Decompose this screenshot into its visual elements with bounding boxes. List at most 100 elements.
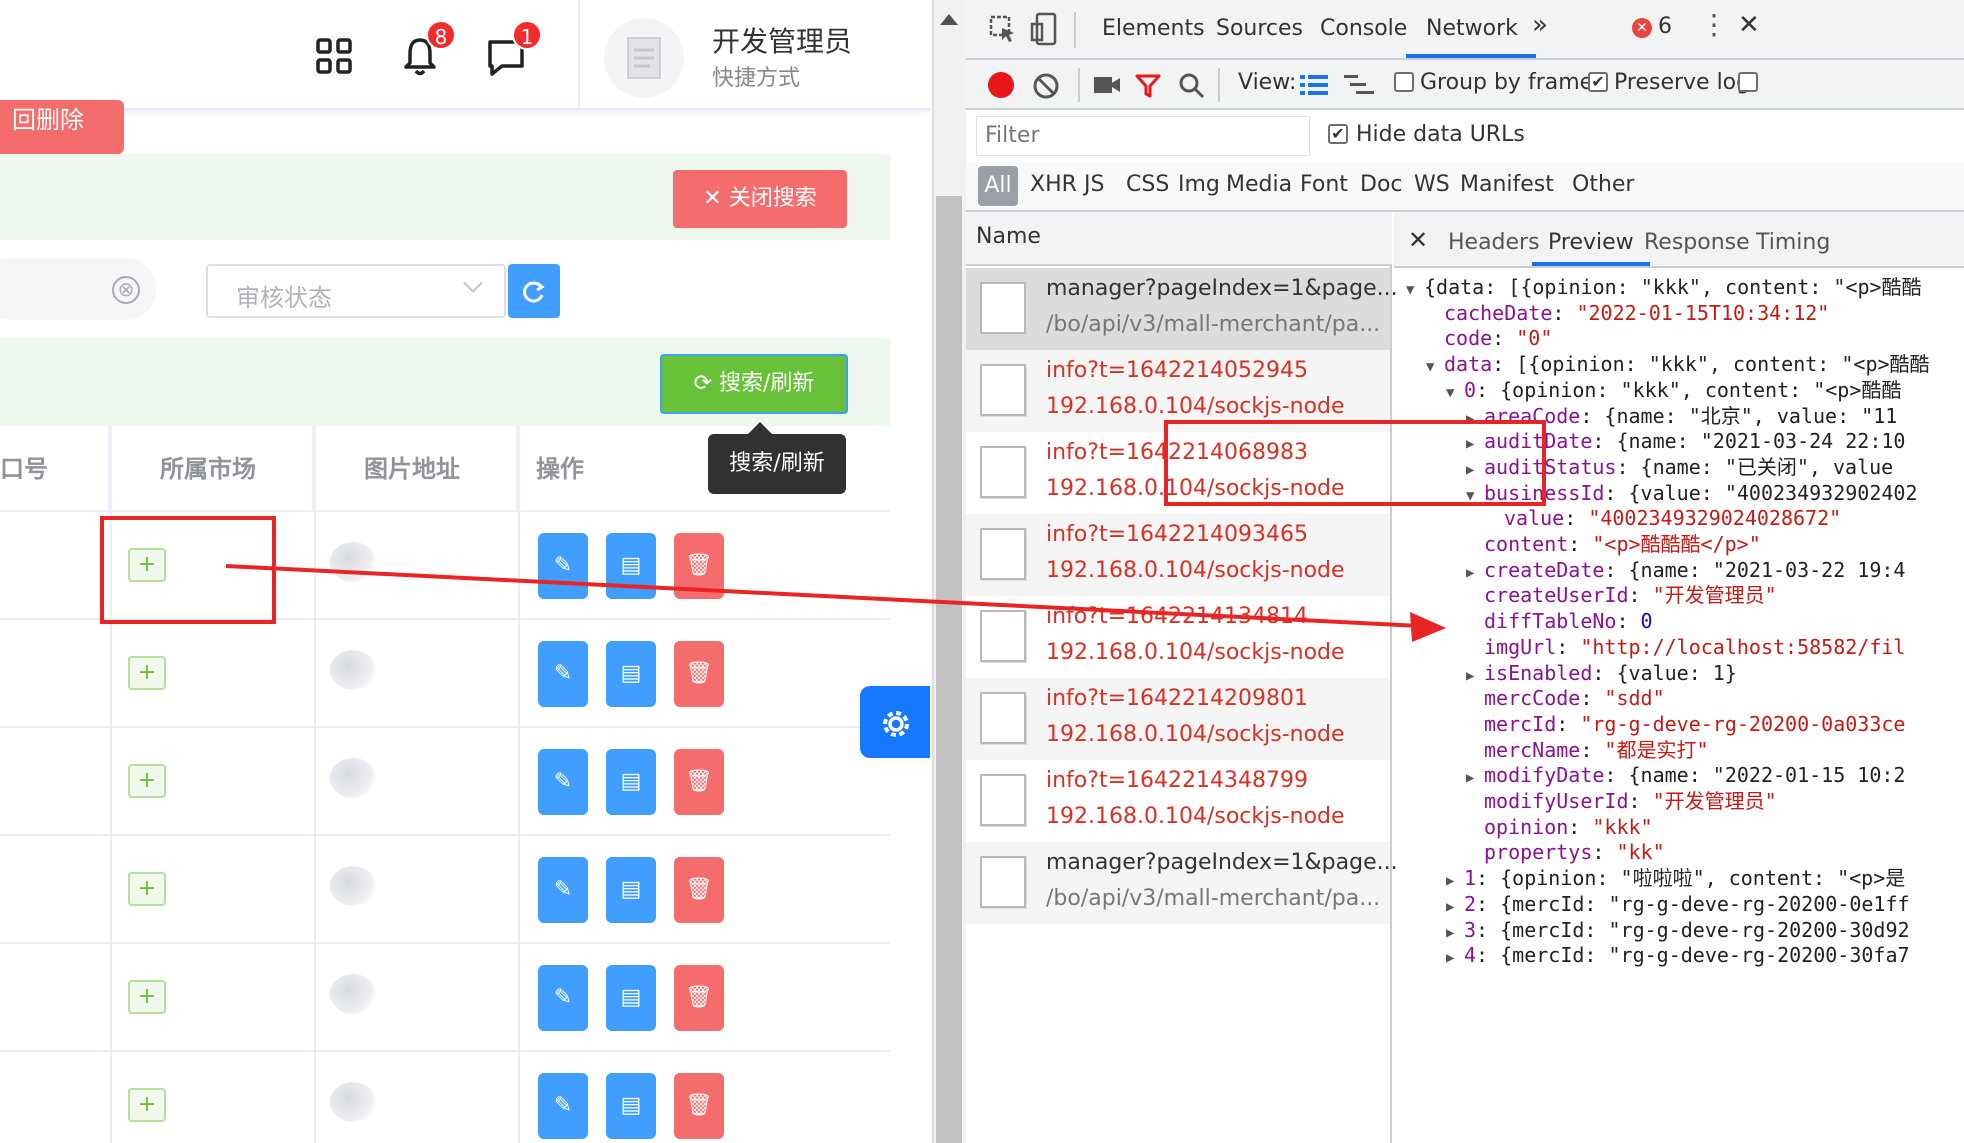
type-filter-js[interactable]: JS <box>1084 172 1104 197</box>
clear-icon[interactable] <box>1032 72 1060 100</box>
th-image-url[interactable]: 图片地址 <box>314 426 518 512</box>
json-line[interactable]: ▼ 0: {opinion: "kkk", content: "<p>酷酷 <box>1446 377 1901 406</box>
add-market-button[interactable]: + <box>128 656 166 690</box>
json-line[interactable]: ▶ createDate: {name: "2021-03-22 19:4 <box>1466 557 1905 586</box>
edit-button[interactable]: ✎ <box>538 965 588 1031</box>
request-row[interactable]: manager?pageIndex=1&page... /bo/api/v3/ma… <box>966 268 1398 350</box>
request-row[interactable]: info?t=1642214093465 192.168.0.104/sockjs… <box>966 514 1390 596</box>
request-list-header[interactable]: Name <box>966 212 1392 266</box>
settings-button[interactable] <box>860 686 930 758</box>
audit-status-select[interactable]: 审核状态 <box>206 264 506 318</box>
type-filter-media[interactable]: Media <box>1226 172 1292 197</box>
th-market[interactable]: 所属市场 <box>110 426 314 512</box>
delete-button[interactable]: 🗑 <box>674 1073 724 1139</box>
edit-button[interactable]: ✎ <box>538 1073 588 1139</box>
device-toolbar-icon[interactable] <box>1030 12 1058 46</box>
edit-button[interactable]: ✎ <box>538 533 588 599</box>
bell-icon[interactable]: 8 <box>398 20 456 78</box>
request-row[interactable]: manager?pageIndex=1&page... /bo/api/v3/ma… <box>966 842 1398 924</box>
disable-cache-checkbox[interactable] <box>1738 72 1758 92</box>
hide-data-urls-checkbox[interactable]: ✔ <box>1328 124 1348 144</box>
expanded-triangle-icon[interactable]: ▼ <box>1426 354 1444 380</box>
json-line[interactable]: ▶ isEnabled: {value: 1} <box>1466 660 1737 689</box>
error-count[interactable]: 6 <box>1658 14 1672 39</box>
edit-button[interactable]: ✎ <box>538 857 588 923</box>
delete-button[interactable]: 🗑 <box>674 641 724 707</box>
delete-button[interactable]: 🗑 <box>674 533 724 599</box>
add-market-button[interactable]: + <box>128 764 166 798</box>
request-row[interactable]: info?t=1642214348799 192.168.0.104/sockjs… <box>966 760 1390 842</box>
type-filter-doc[interactable]: Doc <box>1360 172 1403 197</box>
detail-button[interactable]: ▤ <box>606 641 656 707</box>
type-filter-other[interactable]: Other <box>1572 172 1634 197</box>
kebab-menu-icon[interactable]: ⋮ <box>1700 8 1728 41</box>
request-row[interactable]: info?t=1642214209801 192.168.0.104/sockjs… <box>966 678 1390 760</box>
delete-button[interactable]: 🗑 <box>674 749 724 815</box>
hide-data-urls-label[interactable]: Hide data URLs <box>1356 122 1525 147</box>
error-icon[interactable]: ✕ <box>1632 18 1652 38</box>
tab-console[interactable]: Console <box>1320 16 1407 41</box>
expanded-triangle-icon[interactable]: ▼ <box>1446 380 1464 406</box>
preserve-log-checkbox[interactable]: ✔ <box>1588 72 1608 92</box>
tab-preview[interactable]: Preview <box>1548 230 1634 255</box>
delete-button[interactable]: 🗑 <box>674 857 724 923</box>
user-name[interactable]: 开发管理员 <box>712 20 852 60</box>
tab-response[interactable]: Response <box>1644 230 1750 255</box>
json-line[interactable]: ▶ 4: {mercId: "rg-g-deve-rg-20200-30fa7 <box>1446 942 1910 971</box>
tab-timing[interactable]: Timing <box>1756 230 1830 255</box>
add-market-button[interactable]: + <box>128 872 166 906</box>
image-thumbnail[interactable] <box>330 1082 376 1122</box>
image-thumbnail[interactable] <box>330 650 376 690</box>
group-by-frame-label[interactable]: Group by frame <box>1420 70 1593 95</box>
image-thumbnail[interactable] <box>330 866 376 906</box>
image-thumbnail[interactable] <box>330 974 376 1014</box>
tab-network[interactable]: Network <box>1426 16 1518 41</box>
waterfall-view-icon[interactable] <box>1344 74 1374 96</box>
json-line[interactable]: ▶ 2: {mercId: "rg-g-deve-rg-20200-0e1ff <box>1446 891 1910 920</box>
json-line[interactable]: ▶ 1: {opinion: "啦啦啦", content: "<p>是 <box>1446 865 1905 894</box>
json-line[interactable]: ▼ {data: [{opinion: "kkk", content: "<p>酷… <box>1406 274 1922 303</box>
json-line[interactable]: ▼ data: [{opinion: "kkk", content: "<p>酷酷 <box>1426 351 1930 380</box>
tab-sources[interactable]: Sources <box>1216 16 1303 41</box>
filter-icon[interactable] <box>1134 72 1162 100</box>
more-tabs-chevron-icon[interactable]: » <box>1532 10 1548 40</box>
search-refresh-button[interactable]: ⟳ 搜索/刷新 <box>660 354 848 414</box>
inspect-element-icon[interactable] <box>988 14 1018 44</box>
add-market-button[interactable]: + <box>128 980 166 1014</box>
group-by-frame-checkbox[interactable] <box>1394 72 1414 92</box>
detail-button[interactable]: ▤ <box>606 857 656 923</box>
camera-icon[interactable] <box>1092 74 1122 96</box>
type-filter-css[interactable]: CSS <box>1126 172 1169 197</box>
preserve-log-label[interactable]: Preserve log <box>1614 70 1750 95</box>
chat-icon[interactable]: 1 <box>484 20 542 78</box>
tab-headers[interactable]: Headers <box>1448 230 1540 255</box>
record-icon[interactable] <box>988 72 1014 98</box>
batch-delete-button[interactable]: 回删除 <box>0 100 124 154</box>
type-filter-ws[interactable]: WS <box>1414 172 1450 197</box>
delete-button[interactable]: 🗑 <box>674 965 724 1031</box>
clear-icon[interactable]: ⊗ <box>112 276 140 304</box>
search-icon[interactable] <box>1178 72 1206 100</box>
add-market-button[interactable]: + <box>128 1088 166 1122</box>
type-filter-all[interactable]: All <box>978 166 1018 206</box>
close-devtools-icon[interactable]: ✕ <box>1738 10 1760 40</box>
edit-button[interactable]: ✎ <box>538 749 588 815</box>
refresh-button[interactable] <box>508 264 560 318</box>
detail-button[interactable]: ▤ <box>606 533 656 599</box>
close-search-button[interactable]: ✕ 关闭搜索 <box>673 170 847 228</box>
filter-input[interactable]: Filter <box>976 116 1310 156</box>
scrollbar-thumb[interactable] <box>936 196 962 1143</box>
scroll-up-arrow[interactable] <box>940 14 958 25</box>
type-filter-xhr[interactable]: XHR <box>1030 172 1077 197</box>
detail-button[interactable]: ▤ <box>606 965 656 1031</box>
tab-elements[interactable]: Elements <box>1102 16 1205 41</box>
detail-button[interactable]: ▤ <box>606 749 656 815</box>
image-thumbnail[interactable] <box>330 758 376 798</box>
type-filter-font[interactable]: Font <box>1300 172 1348 197</box>
grid-icon[interactable] <box>312 34 356 78</box>
json-line[interactable]: ▶ 3: {mercId: "rg-g-deve-rg-20200-30d92 <box>1446 917 1910 946</box>
request-row[interactable]: info?t=1642214134814 192.168.0.104/sockjs… <box>966 596 1390 678</box>
detail-button[interactable]: ▤ <box>606 1073 656 1139</box>
edit-button[interactable]: ✎ <box>538 641 588 707</box>
json-line[interactable]: ▶ modifyDate: {name: "2022-01-15 10:2 <box>1466 762 1905 791</box>
